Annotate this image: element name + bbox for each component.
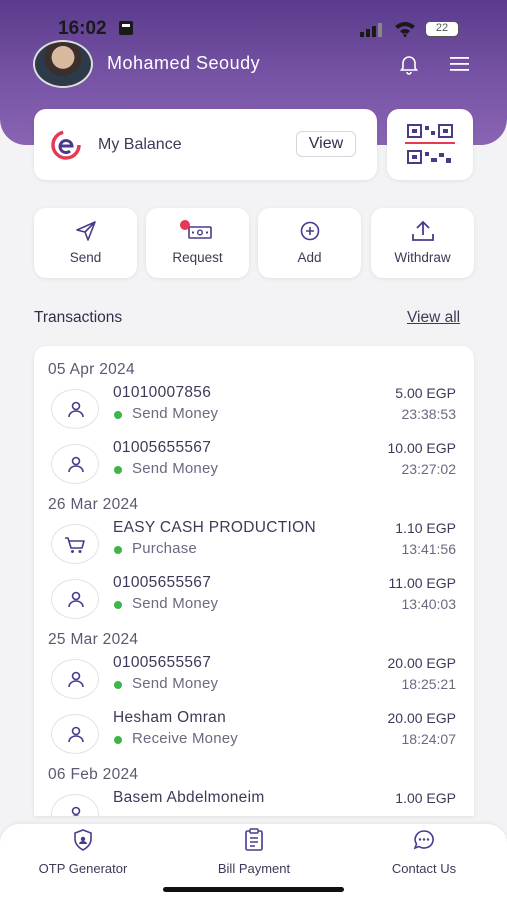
transaction-type-label: Send Money (132, 595, 219, 612)
transaction-row[interactable]: 01010007856 Send Money 5.00 EGP 23:38:53 (34, 384, 474, 434)
transaction-type: Send Money (113, 405, 218, 422)
transaction-amount: 20.00 EGP (387, 655, 457, 671)
transaction-time: 23:27:02 (401, 461, 457, 477)
transaction-time: 18:25:21 (401, 676, 457, 692)
transaction-amount: 10.00 EGP (387, 440, 457, 456)
transactions-list: 05 Apr 2024 01010007856 Send Money 5.00 … (34, 346, 474, 816)
person-icon (51, 714, 99, 754)
transaction-type: Receive Money (113, 730, 238, 747)
nav-bill-payment[interactable]: Bill Payment (179, 824, 329, 884)
nav-otp-label: OTP Generator (38, 861, 128, 876)
date-header: 25 Mar 2024 (48, 631, 139, 648)
person-icon (51, 659, 99, 699)
transaction-row[interactable]: EASY CASH PRODUCTION Purchase 1.10 EGP 1… (34, 519, 474, 569)
withdraw-button[interactable]: Withdraw (371, 208, 474, 278)
status-bar: 16:02 22 (0, 0, 507, 44)
user-name: Mohamed Seoudy (107, 53, 261, 73)
wifi-icon (395, 22, 415, 37)
focus-mode-icon (119, 21, 133, 35)
transaction-amount: 1.00 EGP (395, 790, 456, 806)
date-header: 06 Feb 2024 (48, 766, 139, 783)
send-label: Send (69, 250, 102, 265)
chat-icon (413, 830, 434, 850)
home-indicator (163, 887, 344, 892)
transaction-name: 01005655567 (113, 574, 212, 591)
person-icon (51, 794, 99, 816)
balance-label: My Balance (98, 136, 182, 153)
transaction-type: Send Money (113, 460, 218, 477)
status-dot (114, 546, 122, 554)
transaction-row[interactable]: 01005655567 Send Money 10.00 EGP 23:27:0… (34, 439, 474, 489)
battery-level: 22 (435, 22, 449, 34)
transaction-amount: 1.10 EGP (395, 520, 456, 536)
send-button[interactable]: Send (34, 208, 137, 278)
request-label: Request (172, 250, 223, 265)
transaction-type-label: Send Money (132, 675, 219, 692)
nav-bill-label: Bill Payment (217, 861, 291, 876)
add-button[interactable]: Add (258, 208, 361, 278)
transaction-type-label: Receive Money (132, 730, 238, 747)
status-dot (114, 601, 122, 609)
transaction-type-label: Send Money (132, 460, 219, 477)
transactions-title: Transactions (34, 309, 123, 326)
transaction-name: 01005655567 (113, 654, 212, 671)
transaction-row[interactable]: Basem Abdelmoneim 1.00 EGP (34, 789, 474, 816)
transaction-amount: 5.00 EGP (395, 385, 456, 401)
person-icon (51, 579, 99, 619)
add-circle-icon (300, 221, 319, 241)
add-label: Add (297, 250, 322, 265)
qr-scan-button[interactable] (387, 109, 473, 180)
cart-icon (51, 524, 99, 564)
app-logo-icon (51, 130, 81, 160)
signal-icon (360, 23, 382, 37)
date-header: 05 Apr 2024 (48, 361, 135, 378)
nav-contact-us[interactable]: Contact Us (349, 824, 499, 884)
upload-icon (411, 220, 434, 241)
transaction-type: Send Money (113, 675, 218, 692)
status-dot (114, 466, 122, 474)
request-badge (180, 220, 190, 230)
transaction-name: 01005655567 (113, 439, 212, 456)
transaction-row[interactable]: Hesham Omran Receive Money 20.00 EGP 18:… (34, 709, 474, 759)
nav-contact-label: Contact Us (391, 861, 457, 876)
request-button[interactable]: Request (146, 208, 249, 278)
transaction-type-label: Send Money (132, 405, 219, 422)
transaction-type: Purchase (113, 540, 197, 557)
transaction-name: Basem Abdelmoneim (113, 789, 265, 806)
nav-otp-generator[interactable]: OTP Generator (8, 824, 158, 884)
transaction-type: Send Money (113, 595, 218, 612)
avatar[interactable] (33, 40, 93, 88)
transaction-time: 13:40:03 (401, 596, 457, 612)
date-header: 26 Mar 2024 (48, 496, 139, 513)
battery-icon: 22 (425, 21, 459, 37)
bell-icon[interactable] (397, 52, 421, 76)
bill-icon (245, 828, 263, 851)
transaction-time: 18:24:07 (401, 731, 457, 747)
transaction-amount: 20.00 EGP (387, 710, 457, 726)
transaction-type-label: Purchase (132, 540, 197, 557)
status-dot (114, 411, 122, 419)
person-icon (51, 444, 99, 484)
send-icon (75, 221, 96, 241)
transaction-time: 13:41:56 (401, 541, 457, 557)
transaction-name: Hesham Omran (113, 709, 226, 726)
transaction-time: 23:38:53 (401, 406, 457, 422)
person-icon (51, 389, 99, 429)
shield-icon (74, 829, 92, 851)
menu-icon[interactable] (448, 52, 472, 76)
transaction-row[interactable]: 01005655567 Send Money 11.00 EGP 13:40:0… (34, 574, 474, 624)
view-balance-button[interactable]: View (296, 131, 356, 157)
balance-card: My Balance View (34, 109, 377, 180)
transaction-amount: 11.00 EGP (388, 575, 456, 591)
transaction-name: 01010007856 (113, 384, 212, 401)
transaction-row[interactable]: 01005655567 Send Money 20.00 EGP 18:25:2… (34, 654, 474, 704)
view-all-link[interactable]: View all (407, 309, 460, 327)
status-dot (114, 681, 122, 689)
withdraw-label: Withdraw (394, 250, 451, 265)
qr-code-icon (405, 124, 455, 164)
transaction-name: EASY CASH PRODUCTION (113, 519, 316, 536)
status-time: 16:02 (58, 18, 107, 39)
status-dot (114, 736, 122, 744)
